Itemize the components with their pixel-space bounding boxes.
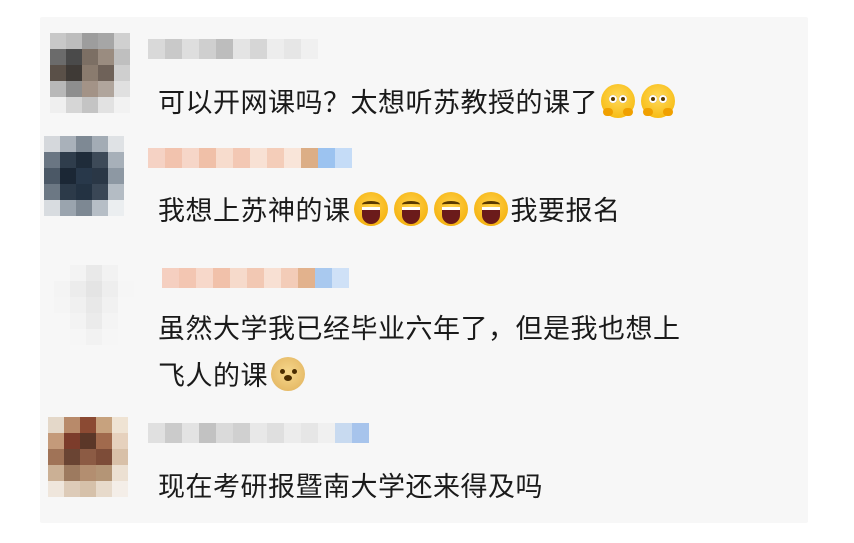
comment-body: 虽然大学我已经毕业六年了，但是我也想上 bbox=[158, 314, 681, 345]
avatar[interactable] bbox=[54, 265, 134, 345]
laugh-emoji-icon bbox=[393, 192, 428, 226]
username-blurred[interactable] bbox=[162, 268, 349, 288]
avatar[interactable] bbox=[50, 33, 130, 113]
comment-body: 飞人的课 bbox=[158, 361, 268, 392]
username-blurred[interactable] bbox=[148, 148, 352, 168]
hug-emoji-icon bbox=[601, 84, 635, 118]
doge-emoji-icon bbox=[271, 357, 305, 391]
comment-text: 我想上苏神的课 我要报名 bbox=[158, 189, 621, 235]
laugh-emoji-icon bbox=[433, 192, 468, 226]
comment-list: 可以开网课吗？太想听苏教授的课了 我想上苏神的课 我要报名 虽然大学我已经毕业六… bbox=[40, 17, 808, 523]
hug-emoji-icon bbox=[641, 84, 675, 118]
comment-text-line-2: 飞人的课 bbox=[158, 354, 308, 400]
comment-body-end: 我要报名 bbox=[510, 196, 621, 227]
comment-text: 现在考研报暨南大学还来得及吗 bbox=[158, 465, 543, 511]
comment-body: 我想上苏神的课 bbox=[158, 196, 351, 227]
avatar[interactable] bbox=[44, 136, 124, 216]
username-blurred[interactable] bbox=[148, 39, 318, 59]
username-blurred[interactable] bbox=[148, 423, 369, 443]
avatar[interactable] bbox=[48, 417, 128, 497]
comment-body: 现在考研报暨南大学还来得及吗 bbox=[158, 472, 543, 503]
comment-body: 可以开网课吗？太想听苏教授的课了 bbox=[158, 88, 598, 119]
comment-text-line-1: 虽然大学我已经毕业六年了，但是我也想上 bbox=[158, 307, 681, 353]
laugh-emoji-icon bbox=[473, 192, 508, 226]
comment-text: 可以开网课吗？太想听苏教授的课了 bbox=[158, 81, 678, 127]
laugh-emoji-icon bbox=[353, 192, 388, 226]
